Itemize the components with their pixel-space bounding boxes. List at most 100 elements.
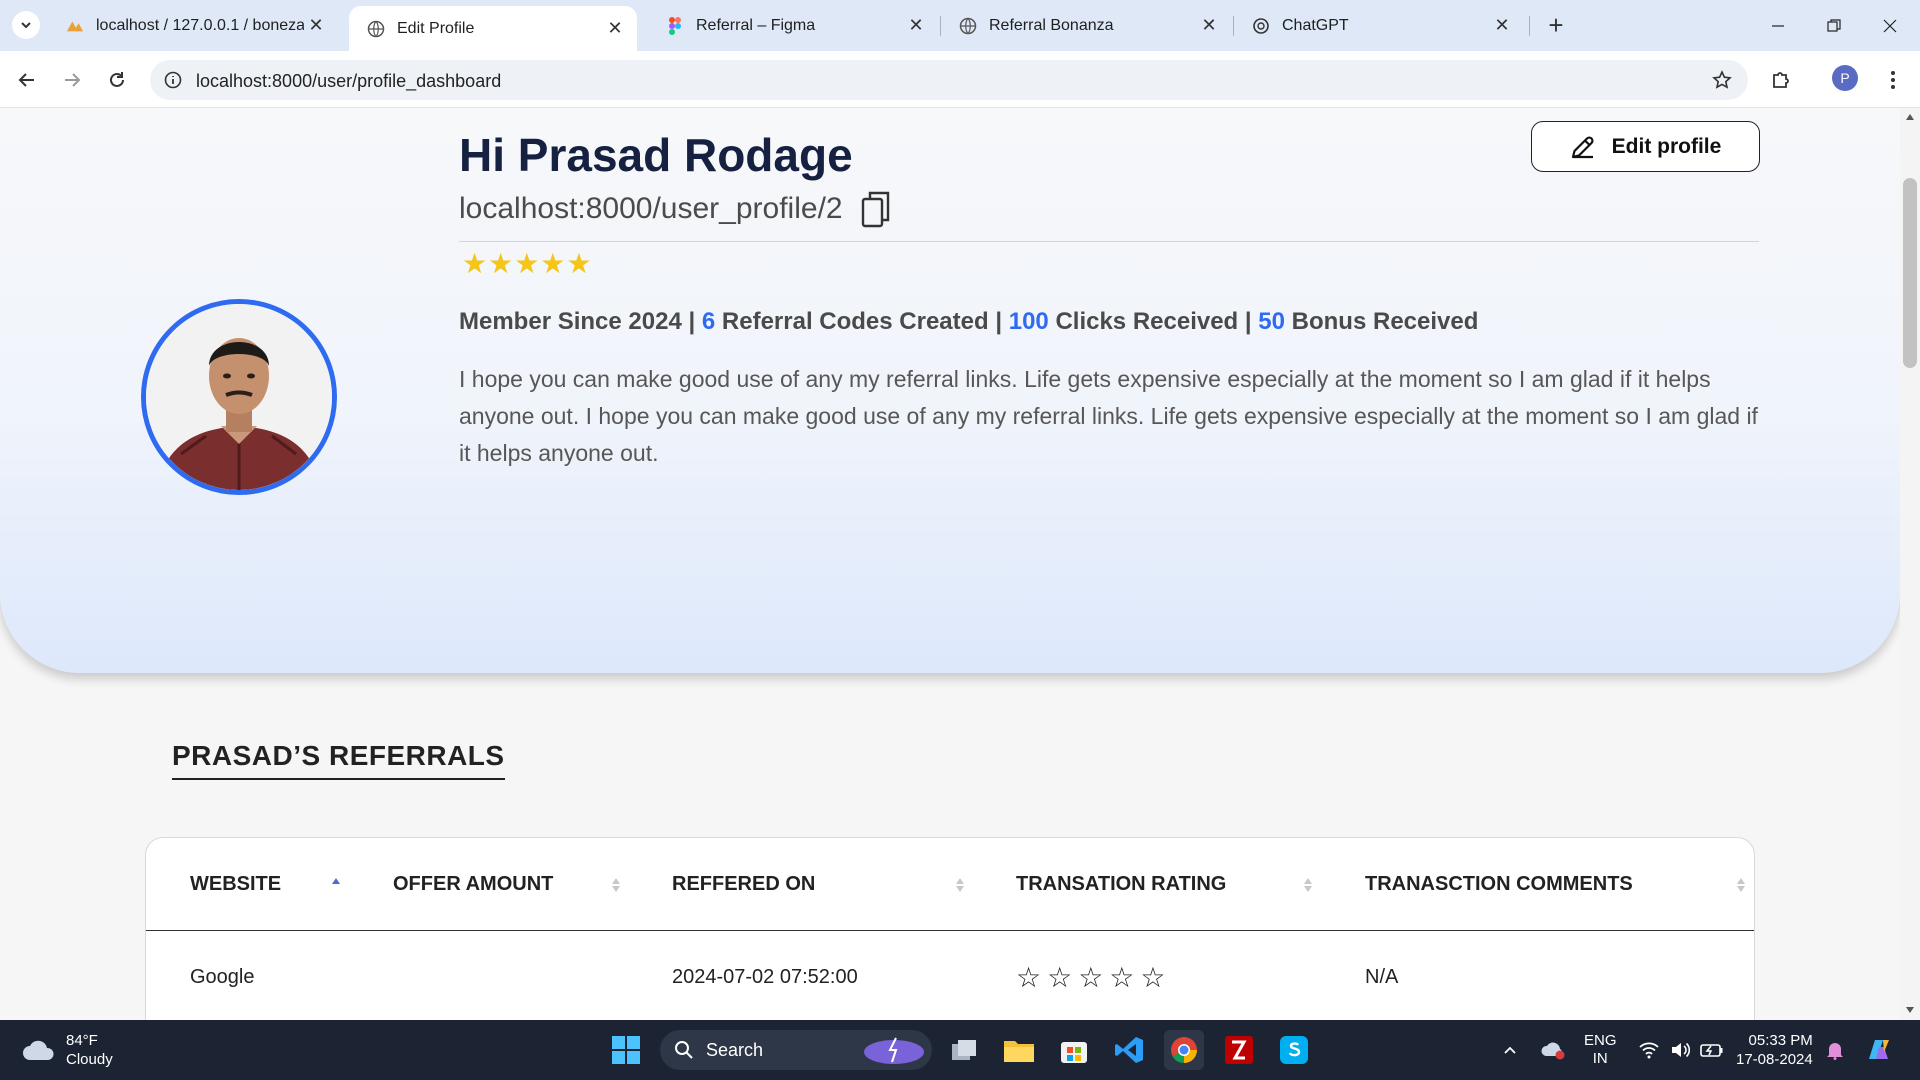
skype-icon [1280,1036,1308,1064]
close-icon[interactable]: ✕ [304,14,328,38]
scroll-down-icon[interactable] [1905,1006,1915,1014]
tab-chatgpt[interactable]: ChatGPT ✕ [1234,0,1524,51]
volume-icon [1672,1042,1690,1058]
region-label: IN [1592,1050,1608,1067]
tab-search-button[interactable] [12,11,40,39]
profile-header-card: Hi Prasad Rodage localhost:8000/user_pro… [0,108,1900,673]
chevron-up-icon [1504,1046,1516,1054]
page-content: Hi Prasad Rodage localhost:8000/user_pro… [0,108,1900,1020]
clock[interactable]: 05:33 PM 17-08-2024 [1736,1020,1813,1080]
sort-ascending-icon[interactable] [331,876,341,894]
column-header-transaction-rating[interactable]: TRANSATION RATING [1016,838,1226,931]
task-view-button[interactable] [944,1030,984,1070]
vscode-icon [1115,1037,1143,1063]
restore-button[interactable] [1806,0,1862,51]
stat-separator: | [1244,308,1252,335]
referral-codes-count: 6 [701,308,716,335]
extensions-button[interactable] [1766,65,1796,95]
close-icon[interactable]: ✕ [603,17,627,41]
taskbar: 84°F Cloudy Search ENG IN 05:33 PM 17-08… [0,1020,1920,1080]
copilot-button[interactable] [1864,1020,1894,1080]
search-highlight-icon [864,1037,924,1064]
tab-title: Edit Profile [397,19,475,37]
referrals-section-title: PRASAD’S REFERRALS [172,740,505,780]
onedrive-tray-icon[interactable] [1540,1020,1566,1080]
tab-title: ChatGPT [1282,16,1349,34]
tab-phpmyadmin[interactable]: localhost / 127.0.0.1 / boneza_l ✕ [48,0,338,51]
file-explorer-button[interactable] [999,1030,1039,1070]
language-indicator[interactable]: ENG IN [1584,1020,1617,1080]
minimize-button[interactable] [1750,0,1806,51]
member-since: Member Since 2024 [459,308,682,335]
url-text[interactable]: localhost:8000/user/profile_dashboard [196,71,501,92]
microsoft-store-button[interactable] [1054,1030,1094,1070]
sort-icon[interactable] [1736,876,1746,894]
bonus-label: Bonus Received [1291,308,1479,335]
start-button[interactable] [606,1030,646,1070]
taskbar-search[interactable]: Search [660,1030,932,1070]
back-button[interactable] [12,65,42,95]
tab-edit-profile[interactable]: Edit Profile ✕ [349,6,637,51]
phpmyadmin-icon [66,17,84,35]
close-icon[interactable]: ✕ [1197,14,1221,38]
close-icon[interactable]: ✕ [904,14,928,38]
reload-button[interactable] [102,65,132,95]
forward-button[interactable] [57,65,87,95]
column-header-transaction-comments[interactable]: TRANASCTION COMMENTS [1365,838,1633,931]
folder-icon [1004,1041,1034,1062]
bonus-count: 50 [1258,308,1285,335]
new-tab-button[interactable]: + [1542,9,1570,40]
scroll-up-icon[interactable] [1905,113,1915,121]
star-bookmark-icon[interactable] [1712,70,1732,90]
profile-initial: P [1840,70,1850,86]
weather-widget[interactable]: 84°F Cloudy [22,1020,113,1080]
referral-codes-label: Referral Codes Created [721,308,989,335]
copy-icon[interactable] [861,190,891,228]
globe-icon [959,17,977,35]
tab-figma[interactable]: Referral – Figma ✕ [648,0,938,51]
puzzle-icon [1773,72,1789,88]
sort-icon[interactable] [955,876,965,894]
cell-referred-on: 2024-07-02 07:52:00 [672,966,858,988]
browser-toolbar: localhost:8000/user/profile_dashboard P [0,51,1920,108]
skype-button[interactable] [1274,1030,1314,1070]
stat-separator: | [688,308,696,335]
tab-referral-bonanza[interactable]: Referral Bonanza ✕ [941,0,1231,51]
plus-icon: + [1548,9,1564,40]
column-header-offer-amount[interactable]: OFFER AMOUNT [393,838,553,931]
profile-link[interactable]: localhost:8000/user_profile/2 [459,192,843,226]
profile-link-row: localhost:8000/user_profile/2 [459,190,891,228]
sort-icon[interactable] [611,876,621,894]
globe-icon [367,20,385,38]
more-vertical-icon [1891,71,1895,89]
tab-title: localhost / 127.0.0.1 / boneza_l [96,16,304,34]
cloud-icon [23,1040,54,1060]
sort-icon[interactable] [1303,876,1313,894]
vscode-button[interactable] [1109,1030,1149,1070]
address-bar[interactable]: localhost:8000/user/profile_dashboard [150,60,1748,100]
column-header-referred-on[interactable]: REFFERED ON [672,838,815,931]
tab-title: Referral – Figma [696,16,816,34]
arrow-left-icon [18,73,34,87]
column-header-website[interactable]: WEBSITE [190,838,281,931]
chrome-button[interactable] [1164,1030,1204,1070]
notifications-button[interactable] [1826,1020,1844,1080]
profile-bio: I hope you can make good use of any my r… [459,366,1758,466]
battery-icon [1700,1044,1723,1057]
close-icon[interactable]: ✕ [1490,14,1514,38]
profile-stats: Member Since 2024 | 6 Referral Codes Cre… [459,308,1478,336]
menu-button[interactable] [1878,65,1908,95]
edit-profile-button[interactable]: Edit profile [1531,121,1760,172]
info-icon[interactable] [164,71,182,89]
clock-date: 17-08-2024 [1736,1051,1813,1068]
profile-avatar-button[interactable]: P [1832,65,1858,91]
show-hidden-icons-button[interactable] [1502,1020,1518,1080]
pencil-icon [1571,135,1594,158]
close-window-button[interactable] [1862,0,1918,51]
network-volume-battery[interactable] [1638,1020,1724,1080]
filezilla-button[interactable] [1219,1030,1259,1070]
chevron-down-icon [21,22,31,29]
edit-profile-label: Edit profile [1611,134,1722,158]
page-scrollbar[interactable] [1900,108,1920,1020]
scrollbar-thumb[interactable] [1903,178,1917,368]
